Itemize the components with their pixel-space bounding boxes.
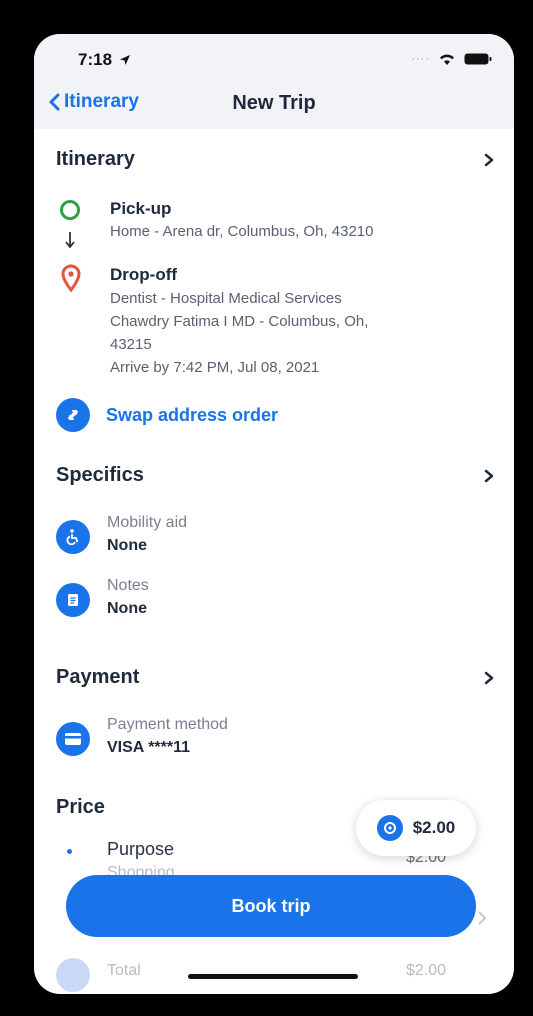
payment-section-header[interactable]: Payment xyxy=(56,666,496,689)
swap-label: Swap address order xyxy=(106,404,279,425)
credit-card-icon xyxy=(56,722,90,756)
wheelchair-icon xyxy=(56,520,90,554)
mobility-aid-value: None xyxy=(107,537,147,554)
notes-label: Notes xyxy=(107,577,149,594)
bullet-icon xyxy=(67,849,72,854)
status-icons: ···· xyxy=(411,52,492,66)
pickup-marker-icon xyxy=(60,200,80,220)
dropoff-pin-icon xyxy=(61,264,81,292)
payment-title: Payment xyxy=(56,666,140,688)
signal-dots-icon: ···· xyxy=(411,53,430,65)
itinerary-section-header[interactable]: Itinerary xyxy=(56,148,496,171)
chevron-right-icon xyxy=(484,469,494,482)
total-icon xyxy=(56,958,90,992)
price-title: Price xyxy=(56,796,105,818)
dropoff-label: Drop-off xyxy=(110,265,178,284)
status-time: 7:18 xyxy=(78,50,131,70)
swap-icon xyxy=(56,398,90,432)
dropoff-line-2: Chawdry Fatima I MD - Columbus, Oh, xyxy=(110,313,369,330)
dropoff-line-3: 43215 xyxy=(110,336,152,353)
arrive-by-text: Arrive by 7:42 PM, Jul 08, 2021 xyxy=(110,359,320,376)
notes-value: None xyxy=(107,600,147,617)
pickup-label: Pick-up xyxy=(110,199,172,218)
location-arrow-icon xyxy=(119,55,130,65)
chevron-right-faded-icon xyxy=(478,911,487,925)
chevron-right-icon xyxy=(484,153,494,166)
chevron-right-icon xyxy=(484,671,494,684)
battery-icon xyxy=(464,53,492,65)
pickup-address: Home - Arena dr, Columbus, Oh, 43210 xyxy=(110,223,374,240)
mobility-aid-label: Mobility aid xyxy=(107,514,188,531)
price-tag-icon xyxy=(376,815,403,841)
phone-screen: 7:18 ···· Itinerary New Trip Itinerary P… xyxy=(34,34,514,994)
purpose-label: Purpose xyxy=(107,839,175,859)
itinerary-title: Itinerary xyxy=(56,148,135,170)
total-amount: $2.00 xyxy=(406,962,447,979)
price-summary-pill[interactable]: $2.00 xyxy=(356,800,476,856)
book-trip-button[interactable]: Book trip xyxy=(66,875,476,937)
specifics-section-header[interactable]: Specifics xyxy=(56,464,496,487)
notes-icon xyxy=(56,583,90,617)
total-label: Total xyxy=(107,962,141,979)
home-indicator xyxy=(188,974,358,979)
dropoff-line-1: Dentist - Hospital Medical Services xyxy=(110,290,342,307)
payment-method-value: VISA ****11 xyxy=(107,739,191,756)
arrow-down-icon xyxy=(65,232,75,249)
specifics-title: Specifics xyxy=(56,464,144,486)
price-pill-amount: $2.00 xyxy=(412,818,456,837)
wifi-icon xyxy=(440,54,454,65)
page-title: New Trip xyxy=(232,92,316,114)
payment-method-label: Payment method xyxy=(107,716,228,733)
swap-address-button[interactable]: Swap address order xyxy=(56,398,278,432)
